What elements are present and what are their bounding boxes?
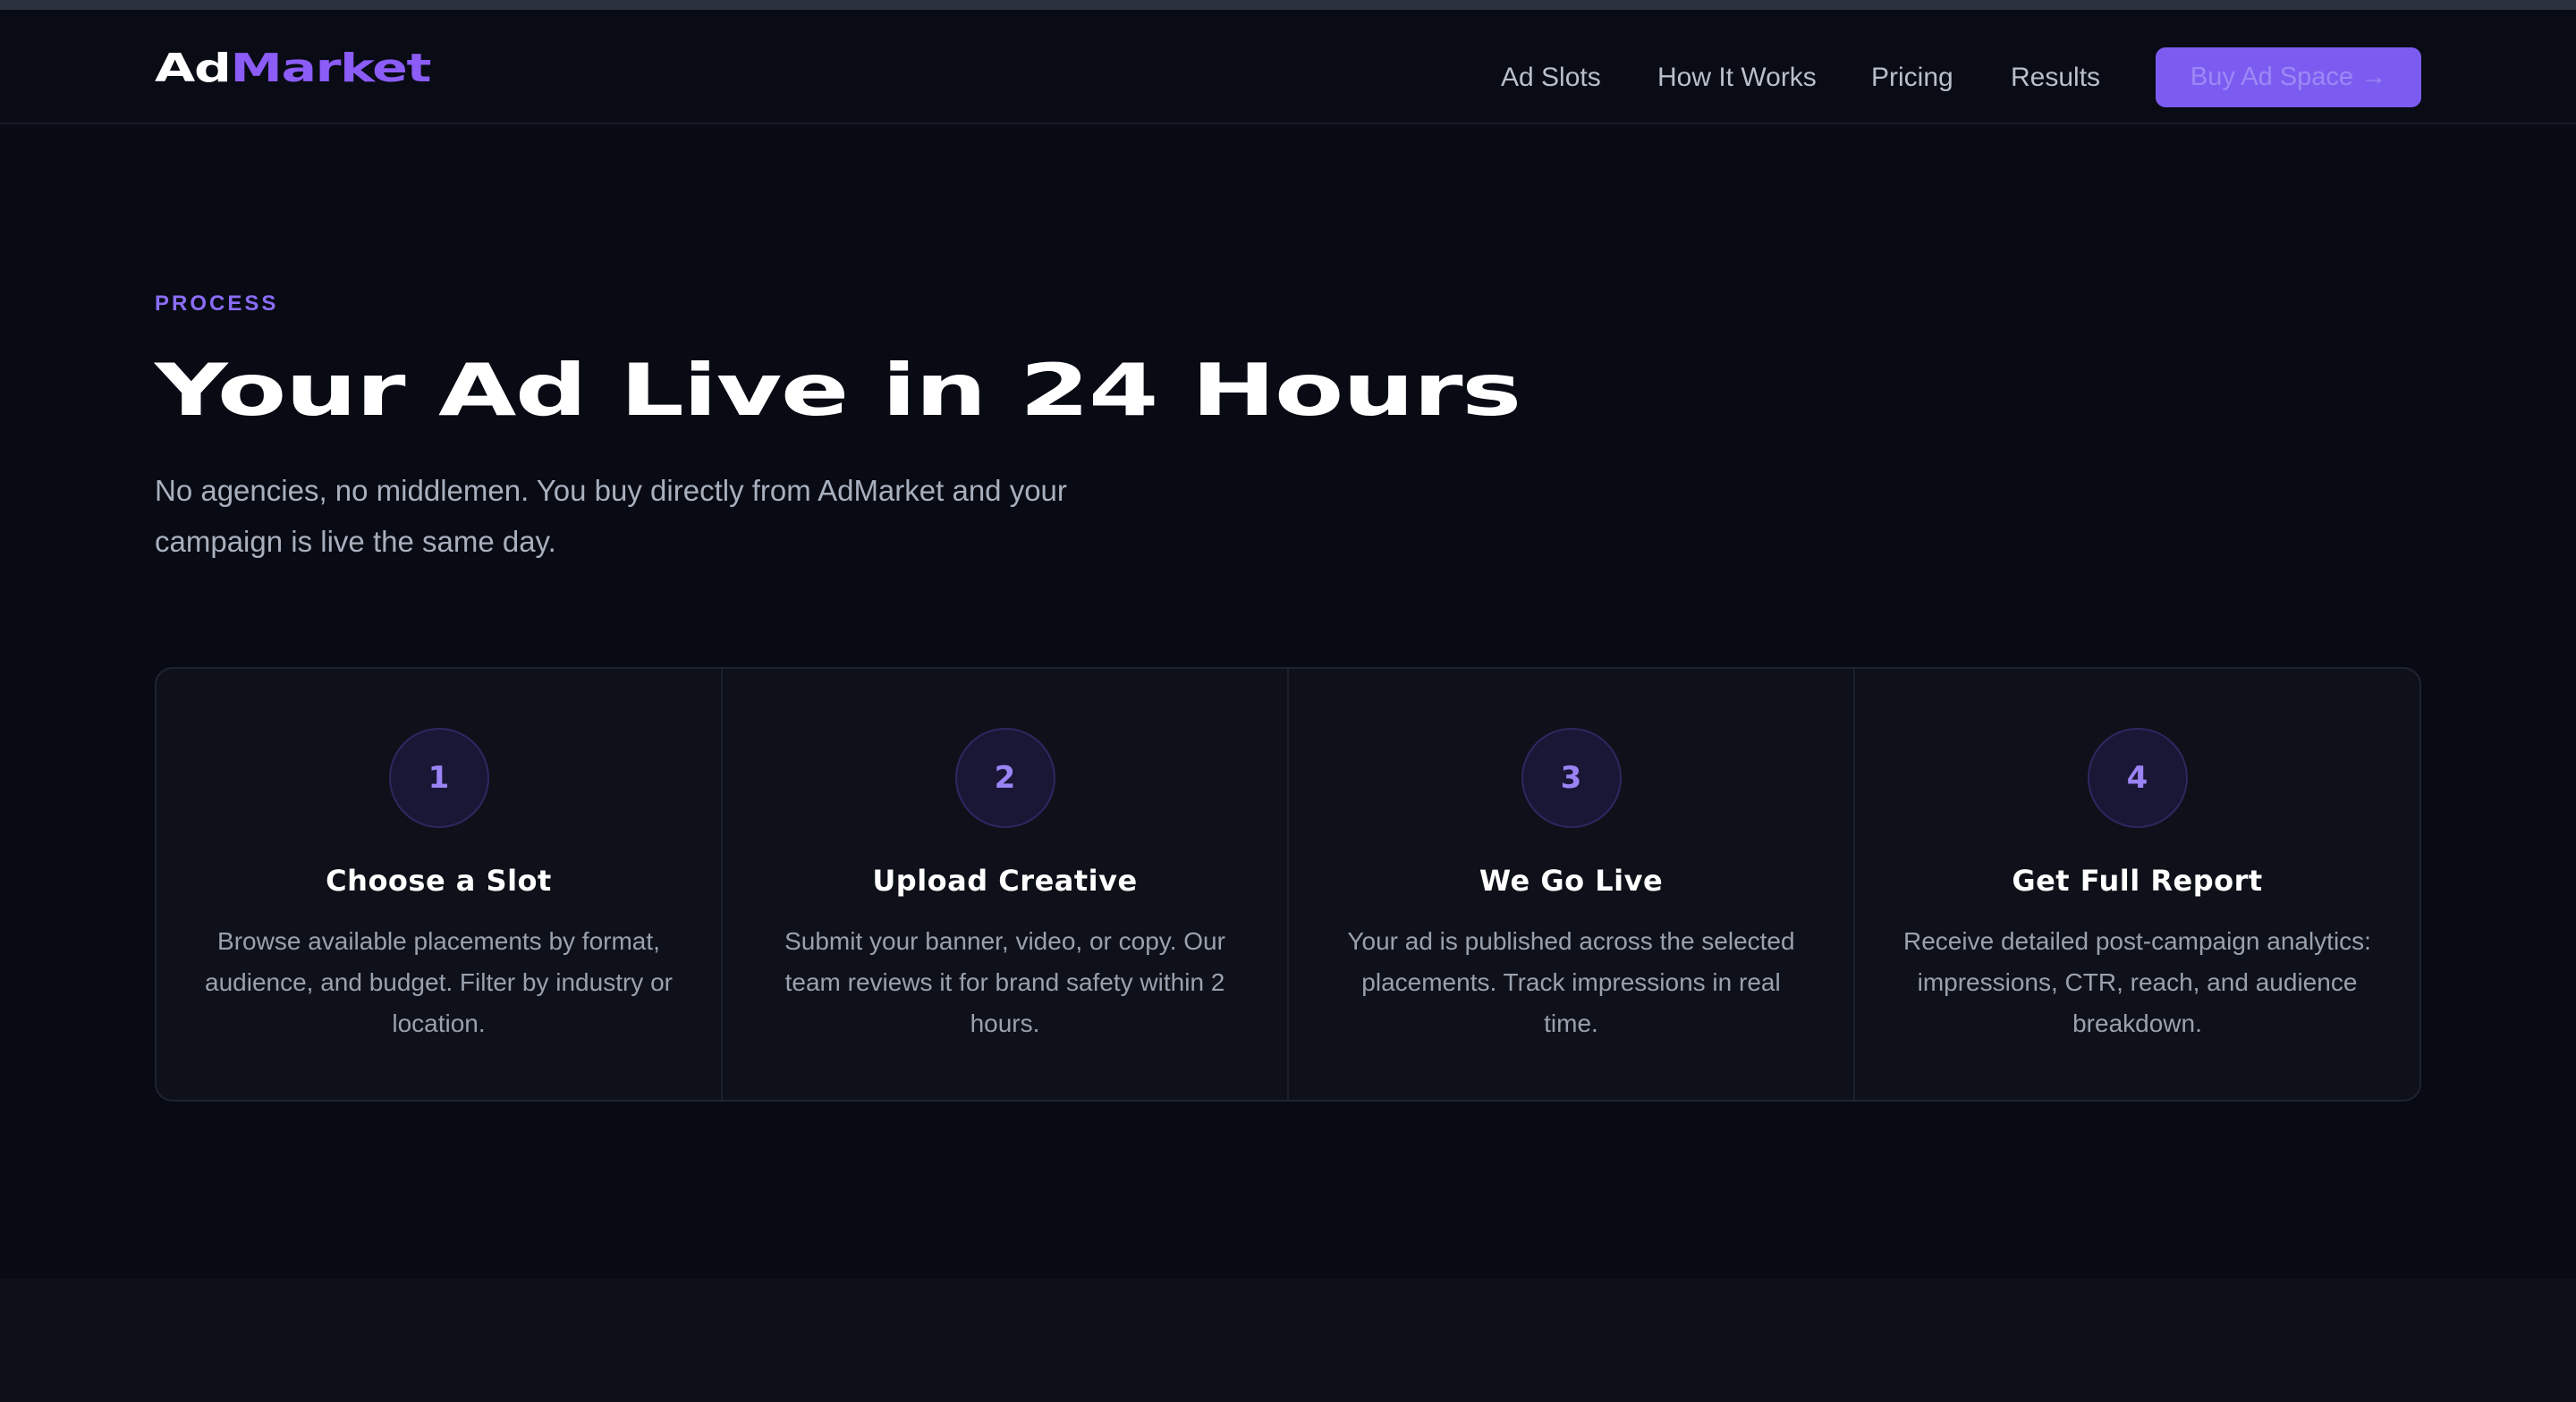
step-description: Submit your banner, video, or copy. Our … <box>784 927 1225 1037</box>
step-title: Get Full Report <box>2012 864 2263 898</box>
step-number-badge: 1 <box>388 728 489 828</box>
step-number-badge: 3 <box>1521 728 1622 828</box>
browser-top-strip <box>0 0 2576 10</box>
step-card-3: 3 We Go Live Your ad is published across… <box>1289 669 1855 1100</box>
next-section-background <box>0 1279 2576 1402</box>
step-card-2: 2 Upload Creative Submit your banner, vi… <box>723 669 1289 1100</box>
step-number-badge: 2 <box>954 728 1055 828</box>
step-title: Upload Creative <box>872 864 1138 898</box>
section-eyebrow: PROCESS <box>155 291 279 316</box>
nav-link-results[interactable]: Results <box>2011 55 2100 100</box>
nav-link-ad-slots[interactable]: Ad Slots <box>1501 55 1601 100</box>
nav-link-pricing[interactable]: Pricing <box>1871 55 1953 100</box>
section-subtitle: No agencies, no middlemen. You buy direc… <box>155 474 1067 558</box>
step-description: Receive detailed post-campaign analytics… <box>1903 927 2371 1037</box>
section-title: Your Ad Live in 24 Hours <box>155 349 1521 432</box>
nav-link-how-it-works[interactable]: How It Works <box>1657 55 1817 100</box>
top-navbar: AdMarket Ad Slots How It Works Pricing R… <box>0 10 2576 124</box>
step-card-1: 1 Choose a Slot Browse available placeme… <box>157 669 723 1100</box>
step-card-4: 4 Get Full Report Receive detailed post-… <box>1855 669 2419 1100</box>
buy-ad-space-button[interactable]: Buy Ad Space → <box>2156 47 2421 107</box>
step-number-badge: 4 <box>2087 728 2188 828</box>
step-title: Choose a Slot <box>326 864 552 898</box>
process-steps-card: 1 Choose a Slot Browse available placeme… <box>155 667 2421 1102</box>
step-title: We Go Live <box>1479 864 1664 898</box>
step-description: Your ad is published across the selected… <box>1347 927 1795 1037</box>
step-description: Browse available placements by format, a… <box>205 927 673 1037</box>
